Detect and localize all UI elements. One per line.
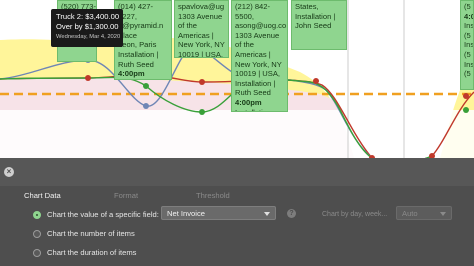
- series-point-green: [199, 109, 205, 115]
- panel-header: [0, 158, 474, 186]
- event-card-line: of the: [235, 40, 254, 50]
- interval-select-value: Auto: [402, 209, 418, 218]
- event-card-line: (5: [464, 30, 471, 40]
- field-select[interactable]: Net Invoice: [161, 206, 276, 220]
- event-card-line: (5: [464, 69, 471, 79]
- event-card-line: spavlova@ug: [178, 2, 225, 11]
- event-card-line: 4:00: [464, 11, 473, 21]
- event-card-line: Installation |: [235, 78, 276, 88]
- close-icon[interactable]: ×: [4, 167, 14, 177]
- series-point-red: [313, 78, 319, 84]
- option-duration-row[interactable]: Chart the duration of items: [33, 248, 136, 257]
- help-icon[interactable]: ?: [287, 209, 296, 218]
- radio-duration[interactable]: [33, 248, 41, 257]
- event-card-line: 1303 Avenue: [178, 11, 223, 21]
- series-point-blue: [143, 103, 149, 109]
- event-card-line: States,: [295, 2, 319, 11]
- option-value-label: Chart the value of a specific field:: [47, 210, 159, 219]
- event-card[interactable]: (54:00Inst(5Inst(5Inst(5: [460, 0, 474, 90]
- event-card-line: 4:00pm: [118, 69, 145, 79]
- series-point-red: [199, 79, 205, 85]
- tooltip-over: Over by $1,300.00: [56, 22, 119, 31]
- chevron-down-icon: [264, 212, 270, 216]
- tab-chart-data[interactable]: Chart Data: [24, 191, 61, 200]
- event-card-line: Installation |: [118, 49, 159, 59]
- option-number-row[interactable]: Chart the number of items: [33, 229, 135, 238]
- event-card-line: Installation: [235, 108, 284, 111]
- radio-number[interactable]: [33, 229, 41, 238]
- event-card-line: (5: [464, 49, 471, 59]
- event-card-line: Inst: [464, 40, 474, 50]
- event-card-line: New York, NY: [178, 40, 225, 50]
- tab-threshold[interactable]: Threshold: [196, 191, 230, 200]
- event-card-line: Americas |: [235, 49, 271, 59]
- chart-tooltip: Truck 2: $3,400.00 Over by $1,300.00 Wed…: [51, 9, 123, 47]
- chevron-down-icon: [440, 212, 446, 216]
- event-card-line: John Seed: [295, 21, 332, 31]
- event-card[interactable]: States, Installation | John Seed: [291, 0, 347, 50]
- event-card-line: Installation: [118, 79, 168, 80]
- event-card-line: 10019 | USA,: [178, 49, 224, 58]
- event-card-line: Inst: [464, 59, 474, 69]
- event-card-line: Installation |: [295, 11, 336, 21]
- event-card-line: Place: [118, 30, 137, 40]
- tab-format[interactable]: Format: [114, 191, 138, 200]
- event-card-line: asong@uog.co: [235, 21, 287, 31]
- series-point-red: [463, 93, 469, 99]
- event-card-line: Inst: [464, 21, 474, 31]
- event-card-line: of the: [178, 21, 197, 31]
- event-card-line: 1303 Avenue: [235, 30, 280, 40]
- tooltip-value: Truck 2: $3,400.00: [56, 12, 120, 21]
- tooltip-date: Wednesday, Mar 4, 2020: [56, 34, 121, 40]
- event-card-line: Ruth Seed: [118, 59, 154, 69]
- event-card-line: b@pyramid.n: [118, 21, 164, 31]
- event-card-line: (014) 427-: [118, 2, 154, 11]
- interval-select[interactable]: Auto: [396, 206, 452, 220]
- option-value-row[interactable]: Chart the value of a specific field:: [33, 210, 159, 219]
- event-card-line: (212) 842-: [235, 2, 271, 11]
- radio-value[interactable]: [33, 210, 41, 219]
- event-card-line: 4227,: [118, 11, 138, 21]
- event-card-line: Americas |: [178, 30, 214, 40]
- event-card-line: Ruth Seed: [235, 88, 271, 98]
- event-card-line: (5: [464, 2, 471, 11]
- chart-settings-panel: × Chart Data Format Threshold Chart the …: [0, 158, 474, 266]
- chart-by-label: Chart by day, week...: [322, 211, 388, 218]
- option-number-label: Chart the number of items: [47, 229, 135, 238]
- event-card-line: 5500,: [235, 11, 255, 21]
- white-band: [0, 110, 474, 158]
- option-duration-label: Chart the duration of items: [47, 248, 137, 257]
- series-point-green: [463, 107, 469, 113]
- field-select-value: Net Invoice: [167, 209, 205, 218]
- series-point-green: [143, 83, 149, 89]
- event-card[interactable]: spavlova@ug 1303 Avenue of the Americas | Ne…: [174, 0, 229, 58]
- event-card-line: New York, NY: [235, 59, 282, 69]
- event-card-line: Leon, Paris: [118, 40, 157, 50]
- series-point-red: [85, 75, 91, 81]
- event-card-line: 10019 | USA,: [235, 69, 281, 79]
- chart-area: (520) 773-BabelleInstallat(014) 427-4227…: [0, 0, 474, 158]
- event-card-line: 4:00pm: [235, 97, 262, 107]
- event-card[interactable]: (212) 842- 5500, asong@uog.co 1303 Avenue of…: [231, 0, 288, 112]
